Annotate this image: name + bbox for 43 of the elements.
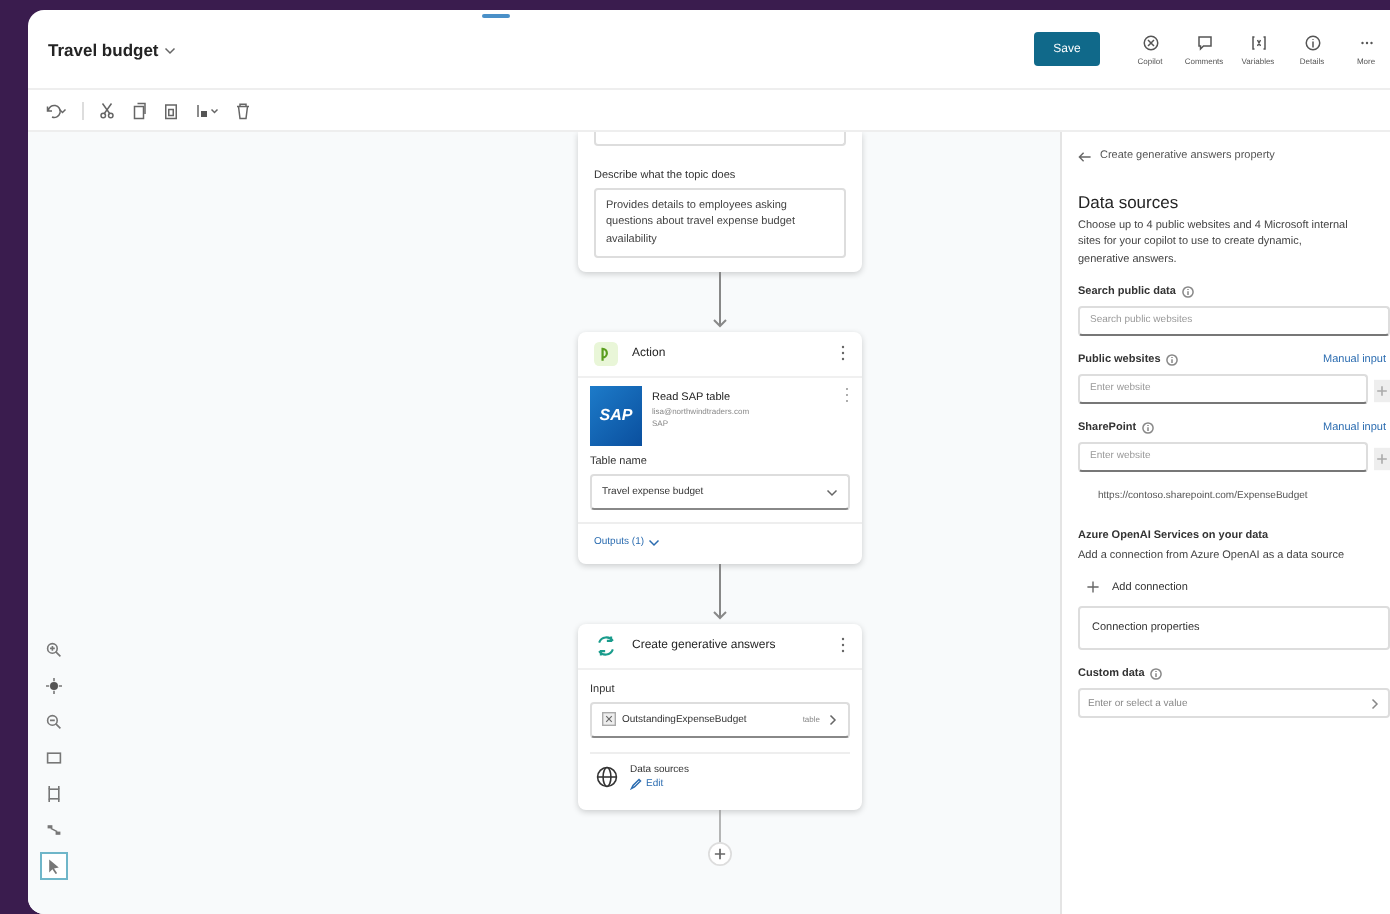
globe-icon	[596, 765, 618, 788]
connector-arrow	[710, 271, 730, 332]
plus-icon	[1086, 580, 1100, 594]
chevron-right-icon	[826, 713, 838, 726]
cut-icon[interactable]	[98, 101, 116, 119]
add-node-button[interactable]	[708, 841, 732, 866]
back-arrow-icon[interactable]	[1078, 149, 1092, 163]
chevron-down-icon[interactable]	[648, 535, 661, 548]
variable-icon	[602, 712, 616, 727]
undo-icon[interactable]	[42, 101, 68, 119]
comment-icon	[1195, 33, 1213, 51]
paste-icon[interactable]	[162, 101, 180, 119]
variables-icon	[1249, 33, 1267, 51]
info-icon	[1303, 33, 1321, 51]
zoom-in-icon	[46, 642, 62, 658]
minimap-icon	[46, 822, 62, 838]
insert-icon[interactable]	[194, 101, 220, 119]
chevron-down-icon[interactable]	[164, 43, 177, 55]
copy-icon[interactable]	[130, 101, 148, 119]
delete-icon[interactable]	[234, 101, 252, 119]
topic-title[interactable]: Travel budget	[48, 39, 159, 59]
pointer-button[interactable]	[40, 852, 68, 880]
info-icon[interactable]	[1166, 353, 1179, 366]
refresh-icon	[594, 633, 618, 658]
chevron-down-icon	[826, 485, 838, 498]
copilot-icon	[1141, 33, 1159, 51]
canvas-tool-button[interactable]	[40, 672, 68, 700]
pointer-icon	[46, 858, 62, 874]
zoom-out-icon	[46, 714, 62, 730]
drag-handle[interactable]	[482, 14, 510, 18]
target-icon	[46, 678, 62, 694]
rectangle-icon	[46, 750, 62, 766]
connector-arrow	[710, 563, 730, 624]
action-icon	[594, 341, 618, 366]
info-icon[interactable]	[1150, 668, 1163, 680]
chevron-right-icon	[1368, 697, 1380, 709]
pencil-icon	[630, 777, 642, 790]
info-icon[interactable]	[1142, 421, 1155, 434]
panel-heading: Data sources	[1078, 192, 1181, 212]
text-field[interactable]	[594, 132, 846, 146]
info-icon[interactable]	[1181, 285, 1194, 298]
frame-icon	[46, 786, 62, 802]
sap-logo: SAP	[590, 385, 642, 446]
